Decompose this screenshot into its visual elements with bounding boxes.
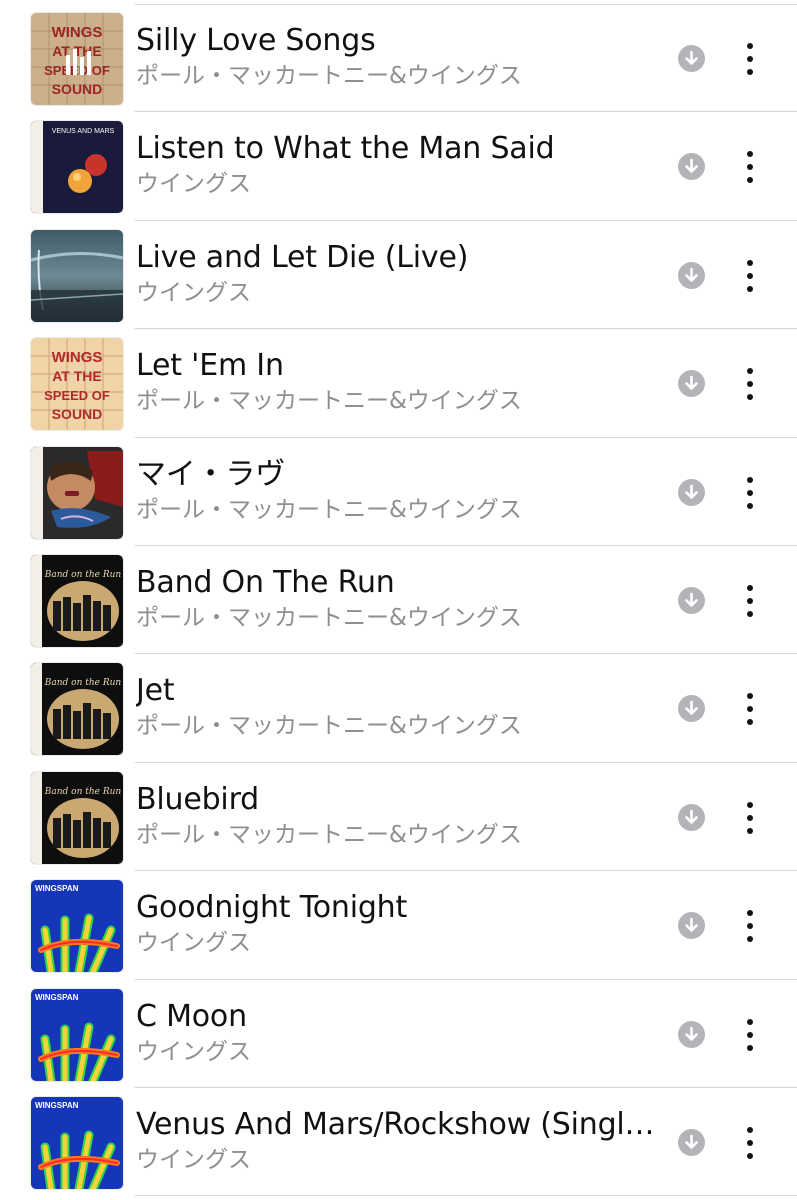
vertical-ellipsis-icon[interactable]	[735, 690, 765, 728]
song-row[interactable]: WINGSPAN Goodnight Tonight ウイングス	[0, 871, 797, 980]
song-title: Jet	[136, 673, 175, 709]
song-row[interactable]: Live and Let Die (Live) ウイングス	[0, 221, 797, 330]
vertical-ellipsis-icon[interactable]	[735, 799, 765, 837]
song-row[interactable]: WINGSPAN C Moon ウイングス	[0, 980, 797, 1088]
song-artist: ウイングス	[136, 171, 251, 198]
vertical-ellipsis-icon[interactable]	[735, 365, 765, 403]
album-artwork[interactable]: WINGSPAN	[31, 880, 123, 973]
download-circle-icon[interactable]	[678, 803, 705, 831]
song-artist: ウイングス	[136, 279, 251, 306]
svg-text:WINGSPAN: WINGSPAN	[35, 884, 79, 893]
download-circle-icon[interactable]	[678, 695, 705, 723]
download-circle-icon[interactable]	[678, 370, 705, 398]
album-artwork[interactable]: VENUS AND MARS	[31, 121, 123, 214]
song-title: Venus And Mars/Rockshow (Singl…	[136, 1106, 655, 1142]
song-row[interactable]: Band on the Run Bluebird ポール・マッカートニー&ウイン…	[0, 763, 797, 872]
download-circle-icon[interactable]	[678, 478, 705, 506]
album-artwork[interactable]: WINGSPAN	[31, 988, 123, 1081]
song-list: WINGS AT THE SPEED OF SOUND Silly Love S…	[0, 4, 797, 1197]
vertical-ellipsis-icon[interactable]	[735, 474, 765, 512]
album-artwork[interactable]	[31, 229, 123, 322]
song-row[interactable]: WINGSPAN Venus And Mars/Rockshow (Singl……	[0, 1088, 797, 1197]
song-artist: ポール・マッカートニー&ウイングス	[136, 604, 522, 631]
svg-text:VENUS AND MARS: VENUS AND MARS	[52, 128, 115, 135]
song-artist: ポール・マッカートニー&ウイングス	[136, 388, 522, 415]
svg-text:Band on the Run: Band on the Run	[44, 787, 122, 797]
svg-text:AT THE: AT THE	[52, 368, 102, 384]
vertical-ellipsis-icon[interactable]	[735, 907, 765, 945]
vertical-ellipsis-icon[interactable]	[735, 40, 765, 78]
song-artist: ウイングス	[136, 1038, 251, 1065]
album-artwork[interactable]	[31, 446, 123, 539]
song-title: Silly Love Songs	[136, 23, 376, 58]
song-title: C Moon	[136, 998, 247, 1034]
album-artwork[interactable]: Band on the Run	[31, 663, 123, 756]
song-title: Live and Let Die (Live)	[136, 239, 469, 275]
album-artwork[interactable]: Band on the Run	[31, 554, 123, 647]
download-circle-icon[interactable]	[678, 45, 705, 72]
album-artwork[interactable]: Band on the Run	[31, 771, 123, 864]
svg-text:Band on the Run: Band on the Run	[44, 678, 122, 688]
svg-text:WINGSPAN: WINGSPAN	[35, 993, 79, 1002]
song-row[interactable]: マイ・ラヴ ポール・マッカートニー&ウイングス	[0, 438, 797, 546]
download-circle-icon[interactable]	[678, 1128, 705, 1156]
song-title: Band On The Run	[136, 564, 395, 600]
song-artist: ポール・マッカートニー&ウイングス	[136, 63, 522, 89]
download-circle-icon[interactable]	[678, 153, 705, 181]
song-title: Bluebird	[136, 781, 260, 817]
song-title: Goodnight Tonight	[136, 890, 408, 926]
song-row[interactable]: VENUS AND MARS Listen to What the Man Sa…	[0, 112, 797, 221]
song-artist: ポール・マッカートニー&ウイングス	[136, 713, 522, 740]
vertical-ellipsis-icon[interactable]	[735, 257, 765, 295]
download-circle-icon[interactable]	[678, 1020, 705, 1048]
download-circle-icon[interactable]	[678, 261, 705, 289]
song-row[interactable]: Band on the Run Jet ポール・マッカートニー&ウイングス	[0, 654, 797, 763]
vertical-ellipsis-icon[interactable]	[735, 582, 765, 620]
download-circle-icon[interactable]	[678, 912, 705, 940]
vertical-ellipsis-icon[interactable]	[735, 148, 765, 186]
svg-text:SPEED OF: SPEED OF	[44, 388, 110, 403]
svg-text:WINGS: WINGS	[52, 349, 103, 366]
svg-text:WINGSPAN: WINGSPAN	[35, 1101, 79, 1110]
song-row[interactable]: WINGS AT THE SPEED OF SOUND Let 'Em In ポ…	[0, 329, 797, 438]
song-title: マイ・ラヴ	[136, 456, 285, 492]
download-circle-icon[interactable]	[678, 586, 705, 614]
song-artist: ポール・マッカートニー&ウイングス	[136, 496, 522, 523]
song-row[interactable]: Band on the Run Band On The Run ポール・マッカー…	[0, 546, 797, 655]
song-row[interactable]: WINGS AT THE SPEED OF SOUND Silly Love S…	[0, 4, 797, 113]
album-artwork[interactable]: WINGSPAN	[31, 1096, 123, 1189]
song-title: Let 'Em In	[136, 348, 284, 384]
song-artist: ウイングス	[136, 1146, 251, 1173]
album-artwork[interactable]: WINGS AT THE SPEED OF SOUND	[31, 13, 123, 105]
album-artwork[interactable]: WINGS AT THE SPEED OF SOUND	[31, 338, 123, 431]
song-artist: ポール・マッカートニー&ウイングス	[136, 821, 522, 848]
song-artist: ウイングス	[136, 930, 251, 957]
svg-text:Band on the Run: Band on the Run	[44, 570, 122, 580]
svg-text:SOUND: SOUND	[52, 406, 103, 422]
vertical-ellipsis-icon[interactable]	[735, 1016, 765, 1054]
song-title: Listen to What the Man Said	[136, 131, 555, 167]
vertical-ellipsis-icon[interactable]	[735, 1124, 765, 1162]
row-separator	[135, 1195, 797, 1197]
